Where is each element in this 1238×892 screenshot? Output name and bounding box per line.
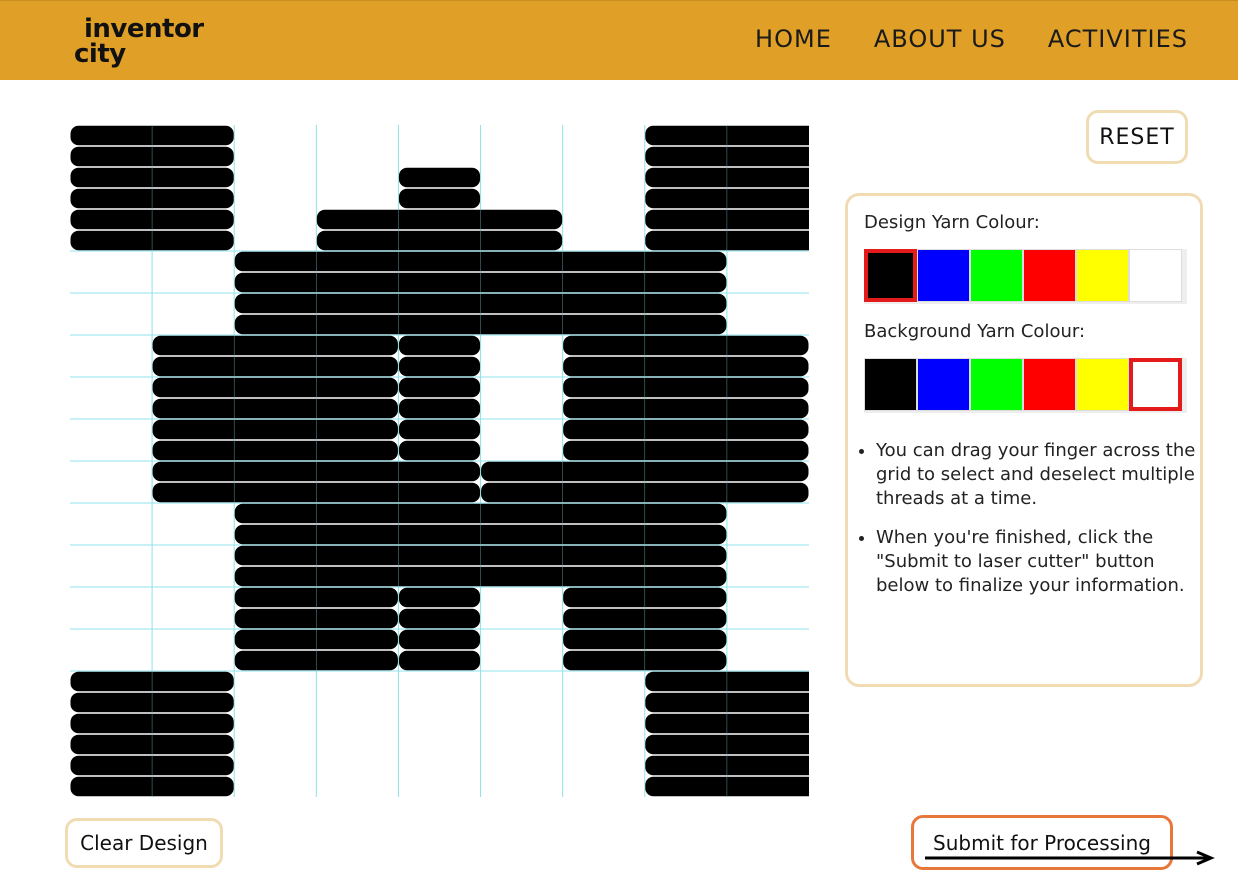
weave-thread[interactable] xyxy=(398,587,481,608)
weave-thread[interactable] xyxy=(398,398,481,419)
weave-thread[interactable] xyxy=(152,419,398,440)
weave-thread[interactable] xyxy=(563,377,809,398)
weave-thread[interactable] xyxy=(398,440,481,461)
arrow-right-icon xyxy=(925,850,1215,866)
clear-design-button[interactable]: Clear Design xyxy=(65,818,223,868)
design-swatch-white[interactable] xyxy=(1129,249,1182,302)
weave-thread[interactable] xyxy=(398,629,481,650)
weave-thread[interactable] xyxy=(398,167,481,188)
reset-button[interactable]: RESET xyxy=(1086,110,1188,164)
weave-thread[interactable] xyxy=(316,209,563,230)
nav-activities-link[interactable]: ACTIVITIES xyxy=(1048,25,1188,53)
inventor-city-logo[interactable]: inventor city xyxy=(74,13,214,73)
weave-grid[interactable] xyxy=(70,125,809,797)
weave-thread[interactable] xyxy=(152,440,398,461)
weave-thread[interactable] xyxy=(563,419,809,440)
weave-thread[interactable] xyxy=(398,419,481,440)
weave-thread[interactable] xyxy=(398,377,481,398)
background-swatch-blue[interactable] xyxy=(917,358,970,411)
weave-thread[interactable] xyxy=(152,398,398,419)
logo-line-2: city xyxy=(74,39,126,69)
design-swatch-yellow[interactable] xyxy=(1076,249,1129,302)
weave-thread[interactable] xyxy=(563,398,809,419)
top-nav: inventor city HOME ABOUT US ACTIVITIES xyxy=(0,0,1238,80)
design-swatch-black[interactable] xyxy=(864,249,917,302)
nav-about-link[interactable]: ABOUT US xyxy=(874,25,1006,53)
background-swatch-green[interactable] xyxy=(970,358,1023,411)
design-swatch-blue[interactable] xyxy=(917,249,970,302)
design-yarn-label: Design Yarn Colour: xyxy=(864,212,1040,233)
instructions-list: You can drag your finger across the grid… xyxy=(856,439,1211,613)
background-swatch-yellow[interactable] xyxy=(1076,358,1129,411)
weave-grid-canvas[interactable] xyxy=(70,125,809,797)
instruction-item: When you're finished, click the "Submit … xyxy=(876,526,1211,598)
weave-thread[interactable] xyxy=(152,356,398,377)
weave-thread[interactable] xyxy=(563,356,809,377)
background-swatch-red[interactable] xyxy=(1023,358,1076,411)
background-swatch-black[interactable] xyxy=(864,358,917,411)
weave-thread[interactable] xyxy=(152,335,398,356)
weave-thread[interactable] xyxy=(398,650,481,671)
weave-thread[interactable] xyxy=(398,335,481,356)
design-swatch-red[interactable] xyxy=(1023,249,1076,302)
weave-thread[interactable] xyxy=(398,608,481,629)
weave-thread[interactable] xyxy=(398,356,481,377)
nav-home-link[interactable]: HOME xyxy=(755,25,832,53)
background-yarn-swatches xyxy=(864,358,1187,413)
weave-thread[interactable] xyxy=(563,335,809,356)
nav-links: HOME ABOUT US ACTIVITIES xyxy=(755,25,1188,53)
weave-thread[interactable] xyxy=(563,440,809,461)
design-swatch-green[interactable] xyxy=(970,249,1023,302)
background-swatch-white[interactable] xyxy=(1129,358,1182,411)
weave-thread[interactable] xyxy=(316,230,563,251)
weave-thread[interactable] xyxy=(398,188,481,209)
colour-panel: Design Yarn Colour: Background Yarn Colo… xyxy=(845,193,1203,687)
instruction-item: You can drag your finger across the grid… xyxy=(876,439,1211,511)
weave-thread[interactable] xyxy=(152,377,398,398)
background-yarn-label: Background Yarn Colour: xyxy=(864,321,1086,342)
design-yarn-swatches xyxy=(864,249,1187,304)
